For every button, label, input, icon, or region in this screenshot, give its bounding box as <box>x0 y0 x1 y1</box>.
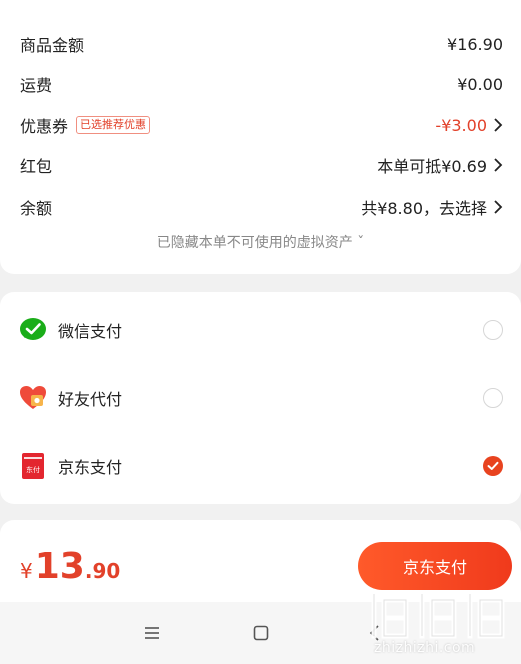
shipping-value: ¥0.00 <box>457 74 503 94</box>
payment-option-friend[interactable]: 好友代付 <box>18 380 503 416</box>
check-icon <box>487 461 499 470</box>
payment-label: 京东支付 <box>58 458 123 477</box>
menu-icon[interactable] <box>143 624 161 642</box>
order-summary-card: 商品金额 ¥16.90 运费 ¥0.00 优惠券 已选推荐优惠 -¥3.00 红… <box>0 0 521 274</box>
chevron-right-icon <box>494 158 503 172</box>
hidden-assets-toggle[interactable]: 已隐藏本单不可使用的虚拟资产 ˇ <box>0 232 521 252</box>
total-decimal: .90 <box>84 559 121 583</box>
payment-label: 微信支付 <box>58 322 123 341</box>
goods-amount-value: ¥16.90 <box>447 34 503 54</box>
balance-label: 余额 <box>20 199 53 218</box>
checkout-bar: ¥ 13 .90 京东支付 <box>0 520 521 602</box>
radio-unchecked[interactable] <box>483 320 503 340</box>
payment-methods-card: 微信支付 好友代付 东付 京东支付 <box>0 292 521 504</box>
coupon-label: 优惠券 <box>20 117 69 136</box>
radio-unchecked[interactable] <box>483 388 503 408</box>
coupon-row[interactable]: 优惠券 已选推荐优惠 -¥3.00 <box>20 109 503 141</box>
total-integer: 13 <box>34 546 85 587</box>
home-icon[interactable] <box>252 624 270 642</box>
payment-option-wechat[interactable]: 微信支付 <box>18 312 503 348</box>
coupon-recommend-badge: 已选推荐优惠 <box>76 116 151 134</box>
payment-option-jd[interactable]: 东付 京东支付 <box>18 448 503 484</box>
red-packet-row[interactable]: 红包 本单可抵¥0.69 <box>20 149 503 181</box>
chevron-right-icon <box>494 118 503 132</box>
back-icon[interactable] <box>366 624 384 642</box>
system-nav-bar <box>0 602 521 664</box>
payment-label: 好友代付 <box>58 390 123 409</box>
goods-amount-label: 商品金额 <box>20 36 85 55</box>
coupon-value: -¥3.00 <box>435 115 487 135</box>
jd-pay-icon: 东付 <box>18 451 48 481</box>
radio-checked[interactable] <box>483 456 503 476</box>
currency-symbol: ¥ <box>20 559 33 583</box>
chevron-right-icon <box>494 200 503 214</box>
total-price: ¥ 13 .90 <box>20 546 120 587</box>
shipping-row: 运费 ¥0.00 <box>20 68 503 100</box>
wechat-pay-icon <box>18 315 48 345</box>
goods-amount-row: 商品金额 ¥16.90 <box>20 28 503 60</box>
balance-value: 共¥8.80，去选择 <box>361 199 487 218</box>
red-packet-label: 红包 <box>20 157 53 176</box>
red-packet-value: 本单可抵¥0.69 <box>377 157 487 176</box>
shipping-label: 运费 <box>20 76 53 95</box>
friend-pay-icon <box>18 383 48 413</box>
jd-pay-icon-text: 东付 <box>26 465 40 474</box>
pay-button[interactable]: 京东支付 <box>358 542 512 590</box>
balance-row[interactable]: 余额 共¥8.80，去选择 <box>20 191 503 223</box>
